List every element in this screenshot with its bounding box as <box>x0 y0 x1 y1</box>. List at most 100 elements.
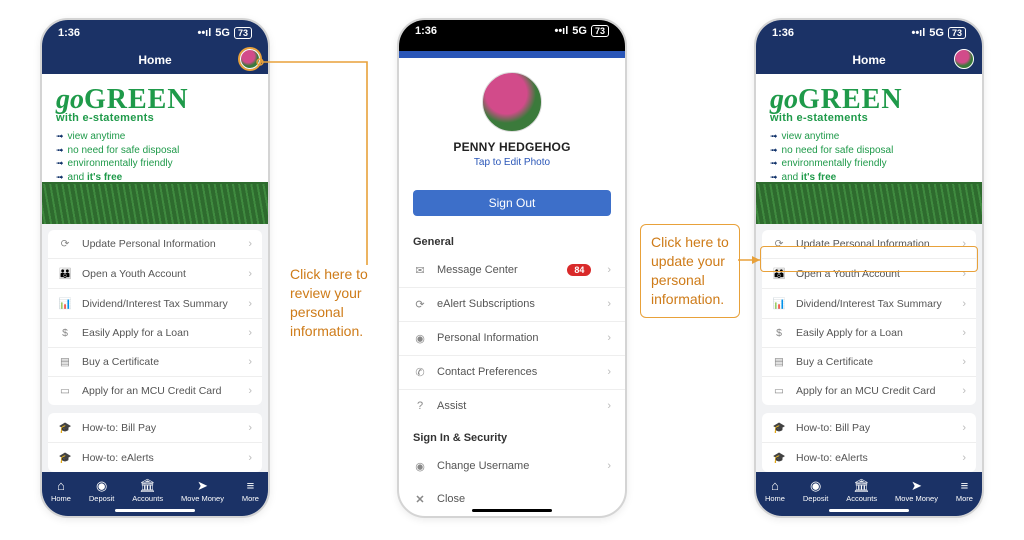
howto-link-0[interactable]: 🎓How-to: Bill Pay› <box>762 413 976 443</box>
person-icon: ◉ <box>413 332 427 345</box>
phone-home-1: 1:36 ••ıl 5G 73 Home goGREEN with e <box>40 18 270 518</box>
gogreen-banner[interactable]: goGREEN with e-statements view anytime n… <box>756 74 982 224</box>
quick-link-2[interactable]: 📊Dividend/Interest Tax Summary› <box>762 289 976 319</box>
sign-out-button[interactable]: Sign Out <box>413 190 611 216</box>
howto-links: 🎓How-to: Bill Pay› 🎓 How-to: eAlerts › <box>48 413 262 472</box>
howto-links: 🎓How-to: Bill Pay›🎓How-to: eAlerts› <box>762 413 976 472</box>
camera-icon: ◉ <box>96 479 107 492</box>
callout-update: Click here to update your personal infor… <box>640 224 740 318</box>
howto-link-0-label: How-to: Bill Pay <box>82 422 156 434</box>
chevron-right-icon: › <box>248 298 252 310</box>
nav-label: More <box>242 494 259 503</box>
general-item-1[interactable]: ⟳eAlert Subscriptions› <box>399 288 625 322</box>
profile-name: PENNY HEDGEHOG <box>413 140 611 154</box>
callout-review: Click here to review your personal infor… <box>290 265 390 341</box>
cap-icon: 🎓 <box>772 451 786 464</box>
nav-deposit[interactable]: ◉Deposit <box>89 479 114 503</box>
quick-link-4[interactable]: ▤Buy a Certificate› <box>48 348 262 377</box>
doc-icon: ▤ <box>58 356 72 368</box>
cap-icon: 🎓 <box>58 451 72 464</box>
profile-avatar-large[interactable] <box>482 72 542 132</box>
nav-home[interactable]: ⌂ Home <box>51 479 71 503</box>
quick-link-3-label: Easily Apply for a Loan <box>796 327 903 339</box>
edit-photo-link[interactable]: Tap to Edit Photo <box>413 157 611 168</box>
nav-label: Home <box>51 494 71 503</box>
chevron-right-icon: › <box>607 366 611 378</box>
nav-move-money[interactable]: ➤Move Money <box>181 479 224 503</box>
section-general: General <box>399 226 625 254</box>
howto-link-0[interactable]: 🎓How-to: Bill Pay› <box>48 413 262 443</box>
clock: 1:36 <box>415 25 437 37</box>
nav-more[interactable]: ≡More <box>956 479 973 503</box>
doc-icon: ▤ <box>772 356 786 368</box>
general-item-3[interactable]: ✆Contact Preferences› <box>399 356 625 390</box>
chart-icon: 📊 <box>58 297 72 310</box>
grass-decoration <box>756 182 982 224</box>
quick-link-3[interactable]: $Easily Apply for a Loan› <box>48 319 262 348</box>
general-item-2[interactable]: ◉ Personal Information › <box>399 322 625 356</box>
notch-area <box>399 41 625 51</box>
general-item-2-label: Personal Information <box>437 332 539 344</box>
quick-link-1[interactable]: 👪Open a Youth Account› <box>48 259 262 289</box>
camera-icon: ◉ <box>810 479 821 492</box>
chart-icon: 📊 <box>772 297 786 310</box>
signal-icon: ••ıl <box>911 27 925 39</box>
badge: 84 <box>567 264 591 276</box>
security-item-0[interactable]: ◉Change Username› <box>399 450 625 483</box>
quick-link-5[interactable]: ▭Apply for an MCU Credit Card› <box>48 377 262 405</box>
quick-link-5-label: Apply for an MCU Credit Card <box>796 385 935 397</box>
nav-label: Home <box>765 494 785 503</box>
howto-link-1[interactable]: 🎓 How-to: eAlerts › <box>48 443 262 472</box>
battery-icon: 73 <box>234 27 252 39</box>
chevron-right-icon: › <box>607 264 611 276</box>
chevron-right-icon: › <box>248 385 252 397</box>
chevron-right-icon: › <box>962 385 966 397</box>
howto-link-1-label: How-to: eAlerts <box>796 452 868 464</box>
menu-icon: ≡ <box>961 479 969 492</box>
quick-link-0-label: Update Personal Information <box>82 238 216 250</box>
gogreen-banner[interactable]: goGREEN with e-statements view anytime n… <box>42 74 268 224</box>
nav-label: Move Money <box>895 494 938 503</box>
bank-icon: 🏛 <box>139 479 156 492</box>
profile-avatar[interactable] <box>240 49 260 69</box>
howto-link-1-label: How-to: eAlerts <box>82 452 154 464</box>
cap-icon: 🎓 <box>772 421 786 434</box>
general-item-4[interactable]: ?Assist› <box>399 390 625 422</box>
quick-link-2[interactable]: 📊Dividend/Interest Tax Summary› <box>48 289 262 319</box>
chevron-right-icon: › <box>248 452 252 464</box>
send-icon: ➤ <box>911 479 922 492</box>
home-indicator <box>472 509 552 512</box>
nav-label: Move Money <box>181 494 224 503</box>
nav-label: Deposit <box>803 494 828 503</box>
nav-accounts[interactable]: 🏛Accounts <box>846 479 877 503</box>
home-icon: ⌂ <box>57 479 65 492</box>
chevron-right-icon: › <box>607 332 611 344</box>
chevron-right-icon: › <box>607 298 611 310</box>
battery-icon: 73 <box>948 27 966 39</box>
phone-icon: ✆ <box>413 366 427 379</box>
refresh-icon: ⟳ <box>58 238 72 250</box>
chevron-right-icon: › <box>607 400 611 412</box>
nav-accounts[interactable]: 🏛Accounts <box>132 479 163 503</box>
howto-link-1[interactable]: 🎓How-to: eAlerts› <box>762 443 976 472</box>
status-bar: 1:36 ••ıl 5G 73 <box>42 20 268 46</box>
general-item-0[interactable]: ✉Message Center84› <box>399 254 625 288</box>
quick-link-3[interactable]: $Easily Apply for a Loan› <box>762 319 976 348</box>
mail-icon: ✉ <box>413 264 427 277</box>
quick-link-4[interactable]: ▤Buy a Certificate› <box>762 348 976 377</box>
quick-link-4-label: Buy a Certificate <box>796 356 873 368</box>
quick-link-5[interactable]: ▭Apply for an MCU Credit Card› <box>762 377 976 405</box>
quick-link-0[interactable]: ⟳Update Personal Information› <box>48 230 262 259</box>
banner-points: view anytime no need for safe disposal e… <box>770 130 968 184</box>
tutorial-stage: 1:36 ••ıl 5G 73 Home goGREEN with e <box>0 0 1024 540</box>
nav-home[interactable]: ⌂Home <box>765 479 785 503</box>
quick-link-1-label: Open a Youth Account <box>82 268 186 280</box>
nav-move-money[interactable]: ➤ Move Money <box>895 479 938 503</box>
profile-avatar[interactable] <box>954 49 974 69</box>
nav-deposit[interactable]: ◉ Deposit <box>803 479 828 503</box>
money-icon: $ <box>58 327 72 339</box>
nav-more[interactable]: ≡More <box>242 479 259 503</box>
status-bar: 1:36 ••ıl 5G 73 <box>399 20 625 41</box>
battery-icon: 73 <box>591 25 609 37</box>
quick-link-5-label: Apply for an MCU Credit Card <box>82 385 221 397</box>
